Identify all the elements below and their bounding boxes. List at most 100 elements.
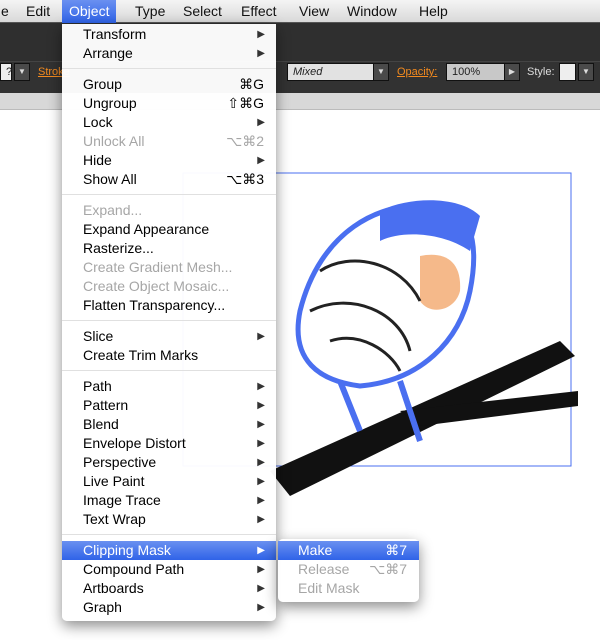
menu-item-expand-appearance[interactable]: Expand Appearance xyxy=(62,220,276,239)
menu-help[interactable]: Help xyxy=(412,0,455,23)
shortcut: ⇧⌘G xyxy=(227,95,264,111)
triangle-right-icon: ▶ xyxy=(257,400,265,411)
triangle-right-icon: ▶ xyxy=(257,457,265,468)
menu-item-unlock-all: Unlock All ⌥⌘2 xyxy=(62,132,276,151)
triangle-right-icon: ▶ xyxy=(257,381,265,392)
menu-item-label: Show All xyxy=(83,171,137,187)
triangle-right-icon: ▶ xyxy=(257,438,265,449)
opacity-label[interactable]: Opacity: xyxy=(397,66,437,78)
menu-item-label: Pattern xyxy=(83,397,129,413)
triangle-right-icon: ▶ xyxy=(257,495,265,506)
menu-item-create-gradient-mesh: Create Gradient Mesh... xyxy=(62,258,276,277)
menu-item-label: Expand Appearance xyxy=(83,221,210,237)
menu-item-label: Transform xyxy=(83,26,147,42)
triangle-right-icon: ▶ xyxy=(257,545,265,556)
menu-object[interactable]: Object xyxy=(62,0,117,23)
menu-item-perspective[interactable]: Perspective ▶ xyxy=(62,453,276,472)
menu-item-label: Rasterize... xyxy=(83,240,154,256)
menu-item-label: Live Paint xyxy=(83,473,145,489)
object-menu: Transform ▶ Arrange ▶ Group ⌘G Ungroup ⇧⌘G Lock ▶… xyxy=(62,24,276,621)
style-swatch[interactable] xyxy=(559,63,576,81)
clipping-mask-submenu: Make ⌘7 Release ⌥⌘7 Edit Mask xyxy=(278,539,419,602)
brush-select[interactable]: Mixed xyxy=(287,63,374,81)
menu-effect[interactable]: Effect xyxy=(234,0,284,23)
menu-item-transform[interactable]: Transform ▶ xyxy=(62,25,276,44)
chevron-down-icon[interactable]: ▼ xyxy=(14,63,30,81)
triangle-right-icon: ▶ xyxy=(257,155,265,166)
menu-item-envelope-distort[interactable]: Envelope Distort ▶ xyxy=(62,434,276,453)
opacity-input[interactable]: 100% xyxy=(446,63,505,81)
menu-item-slice[interactable]: Slice ▶ xyxy=(62,327,276,346)
triangle-right-icon[interactable]: ▶ xyxy=(504,63,520,81)
shortcut: ⌥⌘2 xyxy=(226,133,264,149)
menu-item-image-trace[interactable]: Image Trace ▶ xyxy=(62,491,276,510)
menu-select[interactable]: Select xyxy=(176,0,229,23)
menu-type[interactable]: Type xyxy=(128,0,172,23)
menu-item-label: Create Trim Marks xyxy=(83,347,199,363)
triangle-right-icon: ▶ xyxy=(257,602,265,613)
menu-separator xyxy=(62,320,276,321)
triangle-right-icon: ▶ xyxy=(257,29,265,40)
menu-separator xyxy=(62,194,276,195)
menu-item-path[interactable]: Path ▶ xyxy=(62,377,276,396)
menu-item-ungroup[interactable]: Ungroup ⇧⌘G xyxy=(62,94,276,113)
menu-item-group[interactable]: Group ⌘G xyxy=(62,75,276,94)
menu-item-expand: Expand... xyxy=(62,201,276,220)
triangle-right-icon: ▶ xyxy=(257,476,265,487)
menu-item-label: Release xyxy=(298,561,350,577)
menu-separator xyxy=(62,370,276,371)
menu-item-hide[interactable]: Hide ▶ xyxy=(62,151,276,170)
menu-item-show-all[interactable]: Show All ⌥⌘3 xyxy=(62,170,276,189)
menu-item-label: Ungroup xyxy=(83,95,137,111)
menu-item-live-paint[interactable]: Live Paint ▶ xyxy=(62,472,276,491)
menu-item-artboards[interactable]: Artboards ▶ xyxy=(62,579,276,598)
triangle-right-icon: ▶ xyxy=(257,48,265,59)
menu-item-graph[interactable]: Graph ▶ xyxy=(62,598,276,617)
menu-item-label: Lock xyxy=(83,114,113,130)
menu-item-make[interactable]: Make ⌘7 xyxy=(278,541,419,560)
menu-item-label: Image Trace xyxy=(83,492,161,508)
menu-item-flatten-transparency[interactable]: Flatten Transparency... xyxy=(62,296,276,315)
menu-item-compound-path[interactable]: Compound Path ▶ xyxy=(62,560,276,579)
menu-item-label: Make xyxy=(298,542,333,558)
triangle-right-icon: ▶ xyxy=(257,331,265,342)
menu-item-blend[interactable]: Blend ▶ xyxy=(62,415,276,434)
menu-item-rasterize[interactable]: Rasterize... xyxy=(62,239,276,258)
stroke-swatch[interactable]: ? xyxy=(0,63,12,81)
menu-item-label: Perspective xyxy=(83,454,157,470)
triangle-right-icon: ▶ xyxy=(257,514,265,525)
style-label: Style: xyxy=(527,66,555,78)
menu-item-label: Clipping Mask xyxy=(83,542,171,558)
menu-item-create-trim-marks[interactable]: Create Trim Marks xyxy=(62,346,276,365)
menu-e[interactable]: e xyxy=(0,0,16,23)
menu-item-label: Artboards xyxy=(83,580,144,596)
triangle-right-icon: ▶ xyxy=(257,564,265,575)
menu-item-label: Blend xyxy=(83,416,119,432)
chevron-down-icon[interactable]: ▼ xyxy=(373,63,389,81)
menu-item-label: Hide xyxy=(83,152,112,168)
menu-item-label: Envelope Distort xyxy=(83,435,186,451)
menu-item-label: Unlock All xyxy=(83,133,145,149)
shortcut: ⌥⌘3 xyxy=(226,171,264,187)
menu-item-label: Edit Mask xyxy=(298,580,360,596)
menu-item-text-wrap[interactable]: Text Wrap ▶ xyxy=(62,510,276,529)
triangle-right-icon: ▶ xyxy=(257,117,265,128)
menu-item-clipping-mask[interactable]: Clipping Mask ▶ xyxy=(62,541,276,560)
menu-view[interactable]: View xyxy=(292,0,336,23)
menu-window[interactable]: Window xyxy=(340,0,404,23)
menu-item-arrange[interactable]: Arrange ▶ xyxy=(62,44,276,63)
menu-separator xyxy=(62,534,276,535)
menu-item-label: Slice xyxy=(83,328,114,344)
shortcut: ⌘7 xyxy=(385,542,407,558)
menu-bar: e Edit Object Type Select Effect View Window Hel… xyxy=(0,0,600,23)
shortcut: ⌥⌘7 xyxy=(369,561,407,577)
menu-item-label: Flatten Transparency... xyxy=(83,297,226,313)
menu-item-pattern[interactable]: Pattern ▶ xyxy=(62,396,276,415)
menu-edit[interactable]: Edit xyxy=(19,0,57,23)
menu-item-lock[interactable]: Lock ▶ xyxy=(62,113,276,132)
triangle-right-icon: ▶ xyxy=(257,419,265,430)
chevron-down-icon[interactable]: ▼ xyxy=(578,63,594,81)
menu-item-label: Arrange xyxy=(83,45,133,61)
menu-item-label: Graph xyxy=(83,599,122,615)
menu-item-label: Expand... xyxy=(83,202,143,218)
